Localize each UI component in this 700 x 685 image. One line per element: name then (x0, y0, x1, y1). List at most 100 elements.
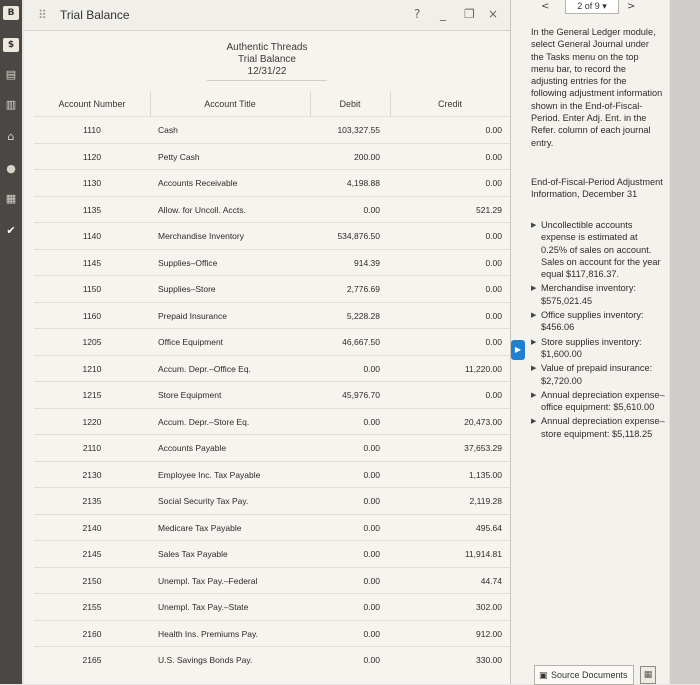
company-name: Authentic Threads (226, 42, 308, 53)
table-row: 2110 Accounts Payable 0.00 37,653.29 (34, 434, 510, 462)
credit-cell: 330.00 (476, 655, 502, 665)
account-number-cell: 1110 (83, 125, 101, 135)
debit-cell: 914.39 (354, 257, 380, 268)
adjustment-item: ▶ Value of prepaid insurance: $2,720.00 (531, 362, 665, 387)
bullet-arrow-icon: ▶ (531, 390, 537, 399)
minimize-icon[interactable]: _ (440, 7, 446, 21)
credit-cell: 11,914.81 (464, 549, 502, 559)
ledger-icon[interactable]: ▤ (3, 68, 19, 82)
adjustment-item: ▶ Annual depreciation expense–office equi… (531, 389, 665, 414)
prev-page-button[interactable]: < (541, 0, 549, 14)
debit-cell: 0.00 (363, 655, 380, 665)
instructions-text: In the General Ledger module, select Gen… (531, 27, 663, 148)
trial-balance-window: ⠿ Trial Balance ? _ ❐ × Authentic Thread… (24, 0, 511, 684)
credit-cell: 37,653.29 (464, 443, 502, 453)
col-header-debit: Debit (310, 92, 391, 116)
table-row: 1130 Accounts Receivable 4,198.88 0.00 (34, 169, 510, 197)
report-name: Trial Balance (238, 54, 296, 65)
table-row: 1110 Cash 103,327.55 0.00 (34, 116, 510, 144)
account-number-cell: 2165 (82, 655, 102, 665)
document-icon: ▣ (539, 671, 548, 681)
restore-icon[interactable]: ❐ (464, 7, 475, 21)
bullet-arrow-icon: ▶ (531, 364, 537, 373)
adjustment-item: ▶ Annual depreciation expense–store equip… (531, 415, 665, 440)
drag-handle-icon[interactable]: ⠿ (38, 8, 47, 22)
table-row: 1140 Merchandise Inventory 534,876.50 0.00 (34, 222, 510, 250)
page-select-label: 2 of 9 (577, 1, 600, 11)
adjustment-item-text: Store supplies inventory: $1,600.00 (541, 336, 642, 359)
table-row: 2160 Health Ins. Premiums Pay. 0.00 912.00 (34, 619, 510, 648)
account-number-cell: 2135 (82, 496, 102, 506)
credit-cell: 0.00 (485, 284, 502, 294)
debit-cell: 0.00 (363, 522, 380, 533)
window-titlebar[interactable]: ⠿ Trial Balance ? _ ❐ × (24, 0, 510, 31)
account-number-cell: 1160 (82, 310, 102, 321)
credit-cell: 0.00 (485, 125, 502, 135)
account-number-cell: 1205 (82, 337, 102, 347)
debit-cell: 0.00 (363, 443, 380, 453)
chart-icon[interactable]: ▥ (3, 98, 19, 112)
table-row: 2165 U.S. Savings Bonds Pay. 0.00 330.00 (34, 646, 510, 674)
col-header-credit: Credit (437, 99, 462, 109)
table-row: 2130 Employee Inc. Tax Payable 0.00 1,135.0… (34, 460, 510, 489)
adjustment-list: ▶ Uncollectible accounts expense is estim… (531, 219, 665, 442)
credit-cell: 44.74 (480, 575, 502, 586)
table-row: 1160 Prepaid Insurance 5,228.28 0.00 (34, 301, 510, 330)
debit-cell: 0.00 (363, 496, 380, 506)
debit-cell: 103,327.55 (337, 125, 380, 135)
credit-cell: 302.00 (476, 602, 502, 612)
account-number-cell: 1220 (82, 416, 102, 427)
credit-cell: 0.00 (485, 310, 502, 321)
table-row: 1215 Store Equipment 45,976.70 0.00 (34, 381, 510, 409)
page-navigator: < 2 of 9 ▾ > (527, 0, 647, 14)
debit-cell: 534,876.50 (337, 231, 380, 241)
account-number-cell: 1150 (82, 284, 102, 294)
account-number-cell: 2150 (82, 575, 102, 586)
b-badge-icon[interactable]: B (3, 6, 19, 20)
adjustment-item: ▶ Merchandise inventory: $575,021.45 (531, 282, 665, 307)
source-documents-button[interactable]: ▣ Source Documents (534, 665, 634, 685)
bullet-arrow-icon: ▶ (531, 417, 537, 426)
account-number-cell: 1145 (82, 257, 102, 268)
heading-underline (207, 80, 327, 81)
credit-cell: 11,220.00 (464, 363, 502, 374)
table-row: 1220 Accum. Depr.–Store Eq. 0.00 20,473.00 (34, 407, 510, 436)
account-number-cell: 2110 (82, 443, 102, 453)
table-row: 1135 Allow. for Uncoll. Accts. 0.00 521.29 (34, 195, 510, 224)
debit-cell: 4,198.88 (346, 178, 380, 188)
table-row: 2150 Unempl. Tax Pay.–Federal 0.00 44.74 (34, 566, 510, 595)
debit-cell: 0.00 (363, 469, 380, 480)
account-number-cell: 1135 (82, 204, 102, 215)
screen-edge (670, 0, 700, 684)
page-select[interactable]: 2 of 9 ▾ (565, 0, 619, 14)
panel-toggle-button[interactable]: ▶ (511, 340, 525, 360)
account-number-cell: 1140 (82, 231, 102, 241)
next-page-button[interactable]: > (627, 0, 635, 14)
credit-cell: 20,473.00 (464, 416, 502, 427)
debit-cell: 200.00 (354, 151, 380, 162)
check-icon[interactable]: ✔ (3, 224, 19, 238)
help-icon[interactable]: ? (414, 7, 420, 21)
credit-cell: 0.00 (485, 178, 502, 188)
credit-cell: 912.00 (476, 628, 502, 639)
debit-cell: 5,228.28 (346, 310, 380, 321)
window-title: Trial Balance (60, 8, 130, 22)
calculator-icon[interactable]: ▦ (640, 666, 656, 684)
debit-cell: 0.00 (363, 363, 380, 374)
payroll-icon[interactable]: ● (3, 162, 19, 176)
close-icon[interactable]: × (488, 7, 498, 21)
table-row: 2135 Social Security Tax Pay. 0.00 2,119.28 (34, 487, 510, 515)
bank-icon[interactable]: ⌂ (3, 130, 19, 144)
credit-cell: 0.00 (485, 337, 502, 347)
debit-cell: 0.00 (363, 575, 380, 586)
dollar-badge-icon[interactable]: $ (3, 38, 19, 52)
adjustment-item: ▶ Store supplies inventory: $1,600.00 (531, 336, 665, 361)
account-number-cell: 1215 (82, 390, 102, 400)
bullet-arrow-icon: ▶ (531, 337, 537, 346)
debit-cell: 0.00 (363, 204, 380, 215)
adjustment-item-text: Annual depreciation expense–store equipm… (541, 416, 665, 439)
table-row: 2140 Medicare Tax Payable 0.00 495.64 (34, 513, 510, 542)
bullet-arrow-icon: ▶ (531, 311, 537, 320)
credit-cell: 0.00 (485, 257, 502, 268)
report-icon[interactable]: ▦ (3, 192, 19, 206)
